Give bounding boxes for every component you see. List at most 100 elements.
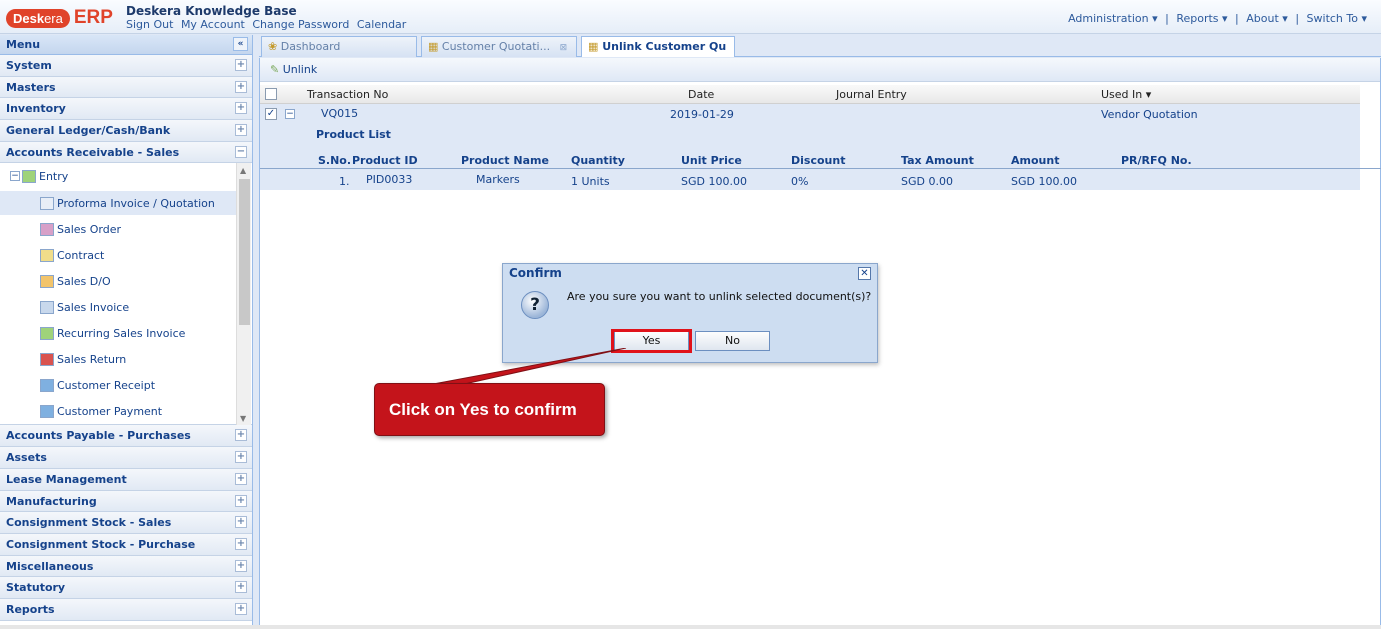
row-checkbox-checked[interactable]: ✓	[265, 108, 277, 120]
tree-toggle-icon[interactable]: −	[10, 171, 20, 182]
product-list-header: S.No. Product ID Product Name Quantity U…	[260, 151, 1381, 169]
tree-item-label: Proforma Invoice / Quotation	[57, 196, 215, 210]
tab-dashboard[interactable]: ❀ Dashboard	[261, 36, 417, 57]
unlink-button[interactable]: ✎ Unlink	[270, 63, 317, 76]
payment-icon	[40, 404, 54, 418]
tree-scrollbar[interactable]: ▲ ▼	[236, 163, 251, 426]
col-date[interactable]: Date	[688, 88, 714, 101]
tree-item-sales-order[interactable]: Sales Order	[0, 217, 236, 241]
expand-icon[interactable]: +	[235, 472, 247, 485]
section-label: Accounts Payable - Purchases	[6, 429, 191, 443]
tree-item-customer-payment[interactable]: Customer Payment	[0, 399, 236, 423]
menu-section-consignment-sales[interactable]: Consignment Stock - Sales +	[0, 512, 252, 534]
sales-order-icon	[40, 222, 54, 236]
tree-item-recurring-sales-invoice[interactable]: Recurring Sales Invoice	[0, 321, 236, 345]
menu-section-masters[interactable]: Masters +	[0, 76, 252, 99]
invoice-icon	[40, 300, 54, 314]
receipt-icon	[40, 378, 54, 392]
expand-icon[interactable]: +	[235, 80, 247, 93]
expand-icon[interactable]: +	[235, 537, 247, 550]
change-password-link[interactable]: Change Password	[252, 18, 349, 31]
tree-item-proforma-invoice[interactable]: Proforma Invoice / Quotation	[0, 191, 236, 216]
menu-section-miscellaneous[interactable]: Miscellaneous +	[0, 555, 252, 578]
expand-icon[interactable]: +	[235, 581, 247, 594]
menu-section-assets[interactable]: Assets +	[0, 447, 252, 469]
menu-section-inventory[interactable]: Inventory +	[0, 98, 252, 121]
menu-section-statutory[interactable]: Statutory +	[0, 577, 252, 599]
tree-item-customer-receipt[interactable]: Customer Receipt	[0, 373, 236, 397]
collapse-menu-icon[interactable]: «	[233, 37, 248, 51]
unlink-icon: ✎	[270, 63, 280, 76]
menu-section-consignment-purchase[interactable]: Consignment Stock - Purchase +	[0, 533, 252, 556]
menu-section-accounts-receivable[interactable]: Accounts Receivable - Sales −	[0, 141, 252, 164]
menu-section-general-ledger[interactable]: General Ledger/Cash/Bank +	[0, 120, 252, 142]
scroll-up-icon[interactable]: ▲	[240, 166, 246, 175]
col-unit-price: Unit Price	[681, 154, 742, 167]
col-transaction-no[interactable]: Transaction No	[307, 88, 388, 101]
collapse-icon[interactable]: −	[235, 145, 247, 158]
section-label: Consignment Stock - Purchase	[6, 537, 196, 551]
product-row[interactable]: 1. PID0033 Markers 1 Units SGD 100.00 0%…	[260, 170, 1360, 190]
accounts-receivable-tree: − Entry Proforma Invoice / Quotation Sal…	[0, 163, 252, 426]
col-pr-rfq-no: PR/RFQ No.	[1121, 154, 1192, 167]
expand-icon[interactable]: +	[235, 559, 247, 572]
tree-item-sales-invoice[interactable]: Sales Invoice	[0, 295, 236, 319]
expand-icon[interactable]: +	[235, 516, 247, 529]
logo-pill-text: Desk	[13, 10, 45, 26]
dashboard-icon: ❀	[268, 40, 278, 53]
close-icon[interactable]: ✕	[858, 267, 871, 280]
sales-return-icon	[40, 352, 54, 366]
document-icon	[40, 196, 54, 210]
section-label: Miscellaneous	[6, 559, 94, 573]
scroll-thumb[interactable]	[239, 179, 250, 326]
section-label: Assets	[6, 451, 47, 465]
expand-icon[interactable]: +	[235, 451, 247, 464]
menu-section-system[interactable]: System +	[0, 55, 252, 77]
menu-section-accounts-payable[interactable]: Accounts Payable - Purchases +	[0, 425, 252, 448]
expand-icon[interactable]: +	[235, 429, 247, 442]
col-journal-entry[interactable]: Journal Entry	[836, 88, 907, 101]
tree-item-contract[interactable]: Contract	[0, 243, 236, 267]
expand-icon[interactable]: +	[235, 602, 247, 615]
tree-item-label: Contract	[57, 248, 105, 262]
menu-title: Menu	[6, 38, 41, 51]
menu-section-lease-management[interactable]: Lease Management +	[0, 468, 252, 491]
tree-item-label: Customer Receipt	[57, 378, 156, 392]
quantity-value: 1 Units	[571, 175, 610, 188]
expand-icon[interactable]: +	[235, 124, 247, 137]
deskera-logo[interactable]: Deskera ERP	[6, 6, 113, 30]
expand-icon[interactable]: +	[235, 102, 247, 115]
tree-item-label: Customer Payment	[57, 404, 163, 418]
no-button[interactable]: No	[695, 331, 770, 351]
expand-icon[interactable]: +	[235, 494, 247, 507]
nav-separator: |	[1165, 12, 1169, 25]
col-used-in[interactable]: Used In ▾	[1101, 88, 1151, 101]
scroll-down-icon[interactable]: ▼	[240, 414, 246, 423]
tab-unlink-customer-quotation[interactable]: ▦ Unlink Customer Qu ⊠	[581, 36, 735, 57]
menu-section-reports[interactable]: Reports +	[0, 598, 252, 621]
nav-administration[interactable]: Administration ▾	[1068, 12, 1158, 25]
section-label: System	[6, 59, 52, 72]
grid-row[interactable]: ✓ − VQ015 2019-01-29 Vendor Quotation Pr…	[260, 104, 1381, 190]
col-product-name: Product Name	[461, 154, 549, 167]
tree-entry[interactable]: − Entry	[0, 164, 236, 188]
tab-customer-quotation[interactable]: ▦ Customer Quotati... ⊠	[421, 36, 577, 57]
nav-about[interactable]: About ▾	[1246, 12, 1288, 25]
sign-out-link[interactable]: Sign Out	[126, 18, 173, 31]
row-collapse-icon[interactable]: −	[285, 109, 295, 119]
menu-section-manufacturing[interactable]: Manufacturing +	[0, 490, 252, 513]
nav-switch-to[interactable]: Switch To ▾	[1307, 12, 1367, 25]
calendar-link[interactable]: Calendar	[357, 18, 406, 31]
nav-reports[interactable]: Reports ▾	[1176, 12, 1227, 25]
discount-value: 0%	[791, 175, 809, 188]
nav-separator: |	[1295, 12, 1300, 25]
tree-item-sales-do[interactable]: Sales D/O	[0, 269, 236, 293]
expand-icon[interactable]: +	[235, 59, 247, 71]
section-label: Consignment Stock - Sales	[6, 516, 172, 530]
close-tab-icon[interactable]: ⊠	[560, 43, 568, 53]
select-all-checkbox[interactable]	[265, 88, 277, 100]
my-account-link[interactable]: My Account	[181, 18, 245, 31]
tree-item-sales-return[interactable]: Sales Return	[0, 347, 236, 371]
tree-entry-label: Entry	[39, 169, 69, 183]
col-quantity: Quantity	[571, 154, 625, 167]
